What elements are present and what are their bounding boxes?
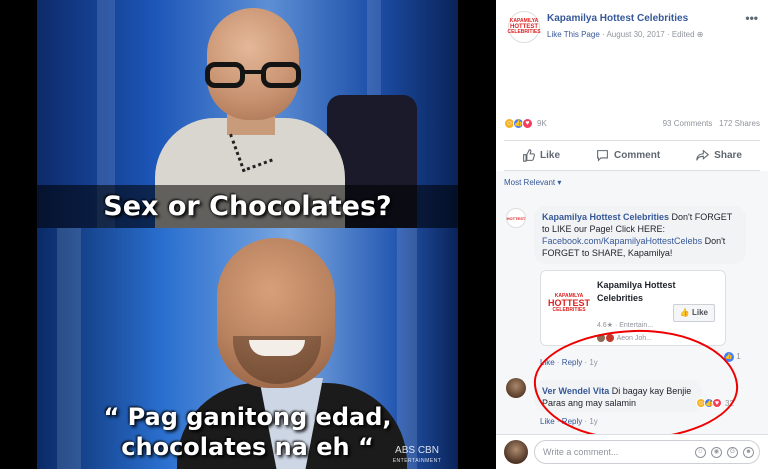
shares-count[interactable]: 172 Shares bbox=[719, 119, 760, 128]
love-icon[interactable]: ♥ bbox=[522, 118, 533, 129]
comment-link[interactable]: Facebook.com/KapamilyaHottestCelebs bbox=[542, 236, 702, 246]
meme-image: Sex or Chocolates? “ Pag ganitong edad, … bbox=[37, 0, 458, 469]
globe-icon: ⊕ bbox=[696, 30, 704, 39]
comment-like-link[interactable]: Like bbox=[540, 358, 555, 367]
action-bar: Like Comment Share bbox=[504, 142, 760, 168]
reactions-bar: ☺ 👍 ♥ 9K 93 Comments 172 Shares bbox=[504, 118, 760, 132]
like-icon: 👍 bbox=[724, 352, 734, 362]
comment-meta: Like · Reply · 1y bbox=[540, 358, 598, 367]
glasses bbox=[205, 62, 301, 88]
card-friend-names: Aeon Joh... bbox=[616, 334, 652, 342]
watermark-text: ABS CBN bbox=[395, 445, 439, 456]
card-like-page-button[interactable]: 👍 Like bbox=[672, 304, 715, 322]
current-user-avatar bbox=[504, 440, 528, 464]
comment-like-count-value: 1 bbox=[736, 352, 741, 362]
comment-button-label: Comment bbox=[614, 149, 661, 161]
emoji-icon[interactable]: ☺ bbox=[695, 447, 706, 458]
page-name-link[interactable]: Kapamilya Hottest Celebrities bbox=[547, 13, 688, 24]
post-photo[interactable]: Sex or Chocolates? “ Pag ganitong edad, … bbox=[0, 0, 496, 469]
comment-reactions[interactable]: ☺ 👍 ♥ 32 bbox=[696, 398, 756, 412]
edited-label[interactable]: Edited bbox=[672, 30, 695, 39]
meme-caption-line1: “ Pag ganitong edad, bbox=[103, 403, 392, 431]
gif-icon[interactable]: G bbox=[727, 447, 738, 458]
commenter-avatar[interactable]: HOTTEST bbox=[506, 208, 526, 228]
comment-input-placeholder: Write a comment... bbox=[543, 447, 619, 457]
like-button-label: Like bbox=[540, 149, 561, 161]
page-avatar-line3: CELEBRITIES bbox=[507, 29, 541, 35]
share-button[interactable]: Share bbox=[696, 148, 742, 162]
comments-count[interactable]: 93 Comments bbox=[663, 119, 713, 128]
comment-button[interactable]: Comment bbox=[596, 149, 660, 162]
thumbs-up-icon: 👍 bbox=[679, 308, 690, 317]
post-subline: Like This Page · August 30, 2017 · Edite… bbox=[547, 30, 704, 39]
page-preview-card[interactable]: KAPAMILYA HOTTEST CELEBRITIES Kapamilya … bbox=[540, 270, 726, 346]
share-button-label: Share bbox=[714, 149, 742, 161]
sort-comments-dropdown[interactable]: Most Relevant ▾ bbox=[504, 178, 561, 187]
comment-like-count[interactable]: 👍 1 bbox=[724, 352, 741, 362]
comment-author[interactable]: Ver Wendel Vita bbox=[542, 386, 609, 396]
comment-bubble: Ver Wendel Vita Di bagay kay Benjie Para… bbox=[534, 380, 702, 412]
card-page-logo: KAPAMILYA HOTTEST CELEBRITIES bbox=[548, 291, 590, 315]
speech-bubble-icon bbox=[597, 149, 608, 162]
comment-author[interactable]: Kapamilya Hottest Celebrities bbox=[542, 212, 669, 222]
comment-time[interactable]: 1y bbox=[589, 417, 597, 426]
comment-meta: Like · Reply · 1y bbox=[540, 417, 598, 426]
comment-time[interactable]: 1y bbox=[589, 358, 597, 367]
engagement-stats: 93 Comments 172 Shares bbox=[663, 119, 760, 128]
reaction-count[interactable]: 9K bbox=[537, 119, 547, 128]
camera-icon[interactable]: ◉ bbox=[711, 447, 722, 458]
card-page-title[interactable]: Kapamilya Hottest Celebrities bbox=[597, 279, 677, 305]
commenter-avatar-text: HOTTEST bbox=[506, 215, 526, 221]
thumbs-up-icon bbox=[523, 148, 535, 162]
card-like-label: Like bbox=[691, 308, 708, 317]
card-rating: 4.6★ · Entertain... bbox=[597, 322, 654, 329]
divider bbox=[504, 140, 760, 141]
share-arrow-icon bbox=[696, 148, 710, 161]
comment-reply-link[interactable]: Reply bbox=[562, 417, 582, 426]
comment-reaction-count: 32 bbox=[725, 399, 734, 408]
post-date[interactable]: August 30, 2017 bbox=[606, 30, 664, 39]
comment-like-link[interactable]: Like bbox=[540, 417, 555, 426]
meme-frame-top: Sex or Chocolates? bbox=[37, 0, 458, 228]
post-side-panel: KAPAMILYA HOTTEST CELEBRITIES Kapamilya … bbox=[496, 0, 768, 469]
post-header: KAPAMILYA HOTTEST CELEBRITIES Kapamilya … bbox=[504, 9, 760, 45]
sticker-icon[interactable]: ☻ bbox=[743, 447, 754, 458]
comment-bubble: Kapamilya Hottest Celebrities Don't FORG… bbox=[534, 206, 746, 264]
abs-cbn-watermark: ABS CBN ENTERTAINMENT bbox=[387, 446, 447, 466]
like-page-link[interactable]: Like This Page bbox=[547, 30, 600, 39]
comment-reply-link[interactable]: Reply bbox=[562, 358, 582, 367]
comment-composer: Write a comment... ☺ ◉ G ☻ bbox=[496, 434, 768, 469]
watermark-subtext: ENTERTAINMENT bbox=[392, 458, 442, 464]
friend-avatar bbox=[606, 334, 614, 342]
comment-input[interactable]: Write a comment... ☺ ◉ G ☻ bbox=[534, 440, 760, 464]
friend-avatar bbox=[597, 334, 605, 342]
love-icon: ♥ bbox=[712, 398, 722, 408]
more-options-icon[interactable]: ••• bbox=[745, 11, 758, 25]
meme-caption-top: Sex or Chocolates? bbox=[37, 185, 458, 228]
page-avatar[interactable]: KAPAMILYA HOTTEST CELEBRITIES bbox=[507, 11, 541, 43]
card-friends: Aeon Joh... bbox=[597, 334, 652, 342]
commenter-avatar[interactable] bbox=[506, 378, 526, 398]
card-logo-line3: CELEBRITIES bbox=[552, 306, 586, 313]
like-button[interactable]: Like bbox=[522, 148, 561, 162]
